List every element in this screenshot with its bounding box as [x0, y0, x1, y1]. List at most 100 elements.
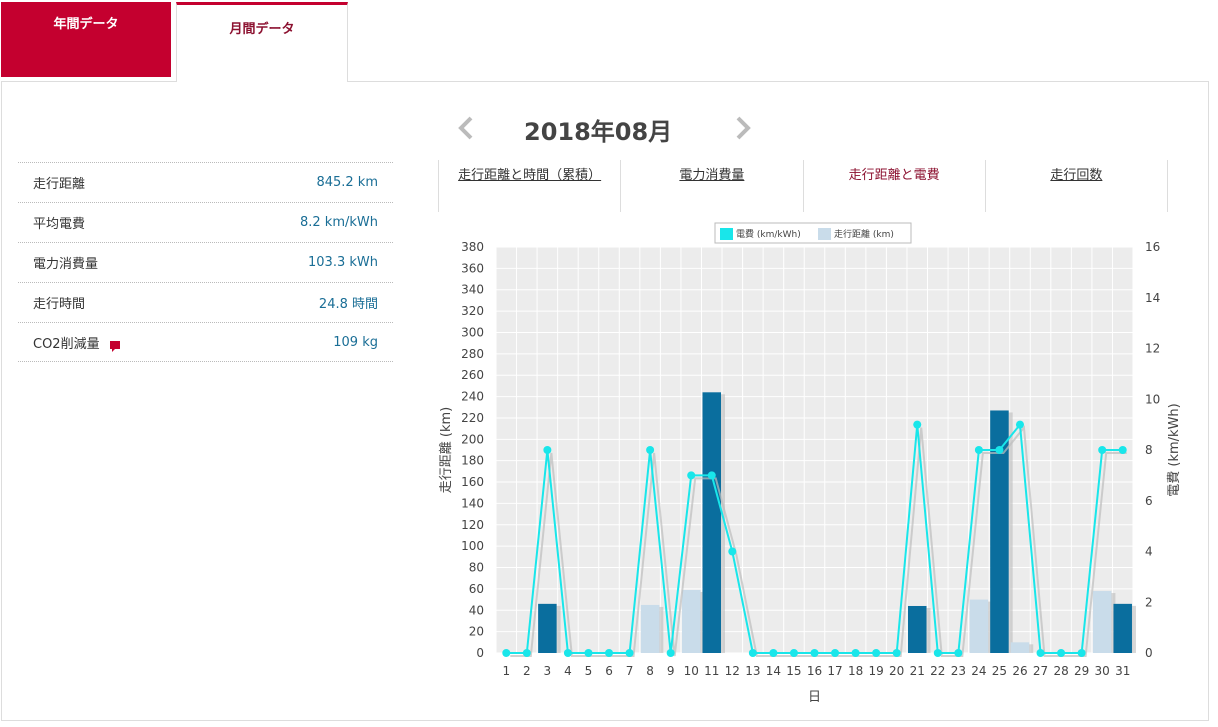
data-point	[789, 649, 798, 657]
y2-tick-label: 0	[1145, 646, 1153, 660]
tab-bar: 年間データ 月間データ	[0, 0, 1218, 82]
data-point	[954, 649, 963, 657]
x-tick-label: 12	[725, 664, 740, 678]
bar	[969, 599, 989, 653]
y-tick-label: 180	[461, 454, 484, 468]
tab-yearly-data[interactable]: 年間データ	[1, 2, 171, 77]
x-tick-label: 21	[910, 664, 925, 678]
summary-row: 走行距離 845.2 km	[18, 162, 393, 202]
co2-label: CO2削減量	[33, 336, 100, 352]
data-point	[543, 446, 552, 454]
x-tick-label: 14	[766, 664, 781, 678]
data-point	[625, 649, 634, 657]
x-tick-label: 15	[786, 664, 801, 678]
distance-efficiency-chart: 0204060801001201401601802002202402602803…	[439, 222, 1182, 705]
bar	[1113, 603, 1132, 653]
y-tick-label: 60	[469, 582, 484, 596]
x-tick-label: 1	[502, 664, 510, 678]
comment-icon[interactable]	[109, 340, 120, 352]
data-point	[584, 649, 593, 657]
y2-tick-label: 12	[1145, 342, 1160, 356]
y-tick-label: 160	[461, 475, 484, 489]
x-tick-label: 7	[626, 664, 634, 678]
x-axis-label: 日	[808, 690, 821, 705]
data-point	[995, 446, 1004, 454]
x-tick-label: 30	[1095, 664, 1110, 678]
data-point	[502, 649, 511, 657]
data-point	[810, 649, 819, 657]
y-tick-label: 80	[469, 561, 484, 575]
summary-label: CO2削減量	[33, 333, 120, 352]
bar	[640, 604, 660, 653]
data-point	[933, 649, 942, 657]
legend-label-efficiency: 電費 (km/kWh)	[736, 228, 801, 240]
summary-table: 走行距離 845.2 km 平均電費 8.2 km/kWh 電力消費量 103.…	[18, 162, 393, 362]
data-point	[831, 649, 840, 657]
x-tick-label: 29	[1074, 664, 1089, 678]
y-tick-label: 380	[461, 240, 484, 254]
subtab-power-consumption[interactable]: 電力消費量	[620, 160, 802, 212]
data-point	[1015, 420, 1024, 429]
summary-value: 8.2 km/kWh	[300, 215, 378, 230]
subtab-distance-efficiency[interactable]: 走行距離と電費	[802, 160, 985, 212]
legend-swatch-efficiency	[720, 228, 733, 240]
y-tick-label: 340	[461, 283, 484, 297]
data-point	[1057, 649, 1066, 657]
data-point	[728, 547, 737, 556]
bar	[1010, 642, 1030, 653]
summary-value: 109 kg	[333, 334, 378, 350]
legend-label-distance: 走行距離 (km)	[834, 228, 894, 240]
chevron-left-icon[interactable]	[455, 114, 477, 147]
summary-row: 走行時間 24.8 時間	[18, 282, 393, 322]
x-tick-label: 22	[930, 664, 945, 678]
y-tick-label: 280	[461, 347, 484, 361]
summary-label: 平均電費	[33, 217, 86, 232]
y2-tick-label: 14	[1145, 291, 1160, 305]
x-tick-label: 16	[807, 664, 822, 678]
bar	[702, 392, 722, 653]
x-tick-label: 10	[684, 664, 699, 678]
y-tick-label: 360	[461, 261, 484, 275]
summary-value: 24.8 時間	[318, 297, 378, 312]
y2-tick-label: 4	[1145, 545, 1153, 559]
chevron-right-icon[interactable]	[732, 114, 754, 147]
x-tick-label: 2	[523, 664, 531, 678]
subtab-trip-count[interactable]: 走行回数	[984, 160, 1168, 212]
x-tick-label: 25	[992, 664, 1007, 678]
x-tick-label: 17	[827, 664, 842, 678]
x-tick-label: 13	[745, 664, 760, 678]
tab-monthly-data[interactable]: 月間データ	[176, 2, 348, 82]
y-axis-label: 走行距離 (km)	[439, 407, 454, 493]
y-tick-label: 20	[469, 625, 484, 639]
y2-tick-label: 16	[1145, 240, 1160, 254]
y-tick-label: 300	[461, 325, 484, 339]
plot-background	[496, 247, 1133, 653]
summary-value: 845.2 km	[316, 175, 378, 190]
subtab-distance-time[interactable]: 走行距離と時間（累積）	[438, 160, 620, 212]
y-tick-label: 200	[461, 432, 484, 446]
x-tick-label: 19	[869, 664, 884, 678]
bar	[538, 603, 557, 653]
y-tick-label: 40	[469, 603, 484, 617]
data-point	[687, 471, 696, 480]
y-tick-label: 0	[476, 646, 484, 660]
data-point	[892, 649, 901, 657]
data-point	[748, 649, 757, 657]
data-point	[646, 446, 655, 454]
y-tick-label: 140	[461, 496, 484, 510]
data-point	[1036, 649, 1045, 657]
data-point	[563, 649, 572, 657]
summary-row: CO2削減量 109 kg	[18, 322, 393, 362]
bar	[681, 589, 701, 653]
summary-label: 走行距離	[33, 177, 86, 192]
data-point	[605, 649, 614, 657]
legend-swatch-distance	[818, 228, 831, 240]
summary-row: 平均電費 8.2 km/kWh	[18, 202, 393, 242]
y-tick-label: 320	[461, 304, 484, 318]
data-point	[769, 649, 778, 657]
data-point	[851, 649, 860, 657]
page-title: 2018年08月	[524, 118, 673, 146]
summary-value: 103.3 kWh	[308, 255, 378, 270]
data-point	[913, 420, 922, 429]
x-tick-label: 23	[951, 664, 966, 678]
